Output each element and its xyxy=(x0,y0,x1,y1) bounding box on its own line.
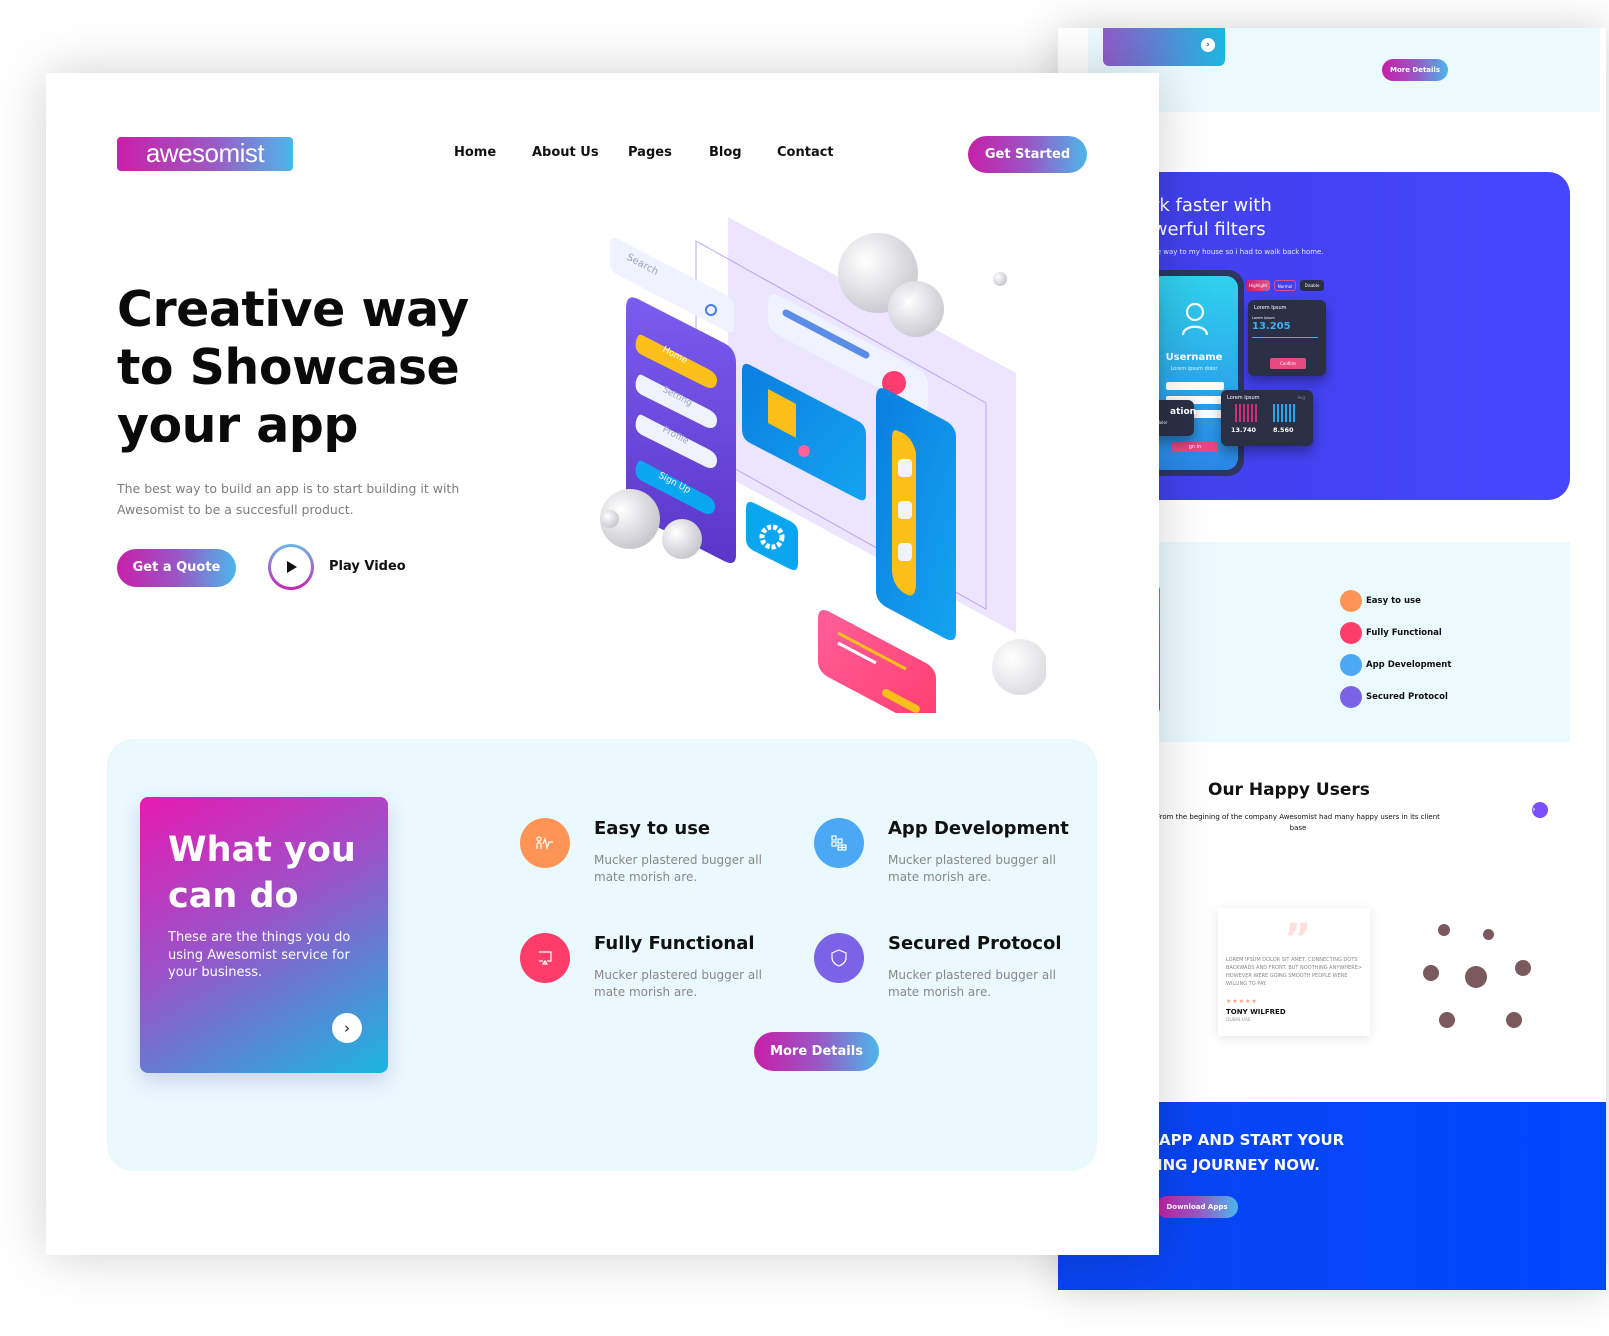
bars-card: Lorem Ipsum Aug 13.740 8.560 xyxy=(1221,390,1313,446)
people-activity-icon xyxy=(1340,590,1362,612)
nav-pages[interactable]: Pages xyxy=(628,145,709,160)
user-icon xyxy=(1182,302,1208,336)
feature-desc: Mucker plastered bugger all mate morish … xyxy=(594,968,762,999)
decor-dot xyxy=(1483,929,1494,940)
mini-feature-easy: Easy to use xyxy=(1340,590,1421,612)
notice-title: ation xyxy=(1170,407,1197,417)
decor-dot xyxy=(1439,1012,1455,1028)
back-top-card: › xyxy=(1103,28,1225,66)
chip-disable[interactable]: Disable xyxy=(1300,280,1324,291)
feature-title: Fully Functional xyxy=(594,933,755,954)
media-card xyxy=(876,388,956,641)
bar-chart-blue xyxy=(1273,404,1295,422)
nav-about[interactable]: About Us xyxy=(532,145,628,160)
pink-card xyxy=(818,610,936,713)
get-quote-button[interactable]: Get a Quote xyxy=(117,549,236,587)
play-video-label[interactable]: Play Video xyxy=(329,559,406,574)
feature-title: Easy to use xyxy=(594,818,711,839)
happy-users-title: Our Happy Users xyxy=(1208,780,1370,800)
brand-logo[interactable]: awesomist xyxy=(117,137,293,171)
feature-desc: Mucker plastered bugger all mate morish … xyxy=(594,853,762,884)
phone-field[interactable] xyxy=(1166,382,1224,390)
value-card-value: 13.205 xyxy=(1252,321,1291,332)
chevron-right-icon[interactable]: › xyxy=(332,1013,362,1043)
chevron-right-icon[interactable]: › xyxy=(1201,38,1215,52)
testimonial-name: TONY WILFRED xyxy=(1226,1008,1286,1016)
value-card-title: Lorem Ipsum xyxy=(1254,305,1287,311)
screen-icon xyxy=(1340,622,1362,644)
bar-chart-pink xyxy=(1235,404,1257,422)
value-slider[interactable] xyxy=(1252,337,1318,338)
nav-contact[interactable]: Contact xyxy=(777,145,857,160)
what-you-can-do-card: What you can do These are the things you … xyxy=(140,797,388,1073)
bars-left-value: 13.740 xyxy=(1231,426,1257,434)
decor-dot xyxy=(1465,966,1487,988)
feature-title: Secured Protocol xyxy=(888,933,1062,954)
mini-feature-appdev: App Development xyxy=(1340,654,1451,676)
phone-signin-button[interactable]: gn in xyxy=(1172,442,1218,452)
nav-home[interactable]: Home xyxy=(454,145,532,160)
happy-users-subtitle: From the begining of the company Awesomi… xyxy=(1156,813,1440,832)
mini-feature-functional: Fully Functional xyxy=(1340,622,1442,644)
grid-blocks-icon xyxy=(1340,654,1362,676)
feature-title: App Development xyxy=(888,818,1069,839)
hero-illustration: Search Home Setting Profile Sign Up xyxy=(600,217,1046,713)
people-activity-icon xyxy=(520,818,570,868)
decor-dot xyxy=(1515,960,1531,976)
gear-card xyxy=(746,501,798,571)
more-details-button[interactable]: More Details xyxy=(754,1032,879,1071)
download-apps-button[interactable]: Download Apps xyxy=(1156,1196,1238,1218)
phone-username-sub: Lorem ipsum dolor xyxy=(1170,366,1218,372)
hero-title: Creative way to Showcase your app xyxy=(117,281,469,454)
testimonial-location: DUBAI,UAE xyxy=(1226,1018,1251,1023)
testimonial-next-button[interactable]: › xyxy=(1532,802,1548,818)
what-you-can-do-title: What you can do xyxy=(168,830,356,916)
features-section: What you can do These are the things you … xyxy=(107,739,1097,1171)
what-you-can-do-desc: These are the things you do using Awesom… xyxy=(168,930,351,980)
mini-feature-secured: Secured Protocol xyxy=(1340,686,1448,708)
decor-dot xyxy=(1438,924,1450,936)
value-card-label: Lorem Ipsum xyxy=(1252,316,1275,320)
value-card: Lorem Ipsum Lorem Ipsum 13.205 Confirm xyxy=(1248,300,1326,376)
grid-blocks-icon xyxy=(814,818,864,868)
play-icon xyxy=(287,561,297,573)
testimonial-card: ” LOREM IPSUM DOLOR SIT AMET, CONNECTING… xyxy=(1218,908,1370,1036)
testimonial-stars: ★★★★★ xyxy=(1226,998,1258,1005)
screen-icon xyxy=(520,933,570,983)
confirm-button[interactable]: Confirm xyxy=(1270,358,1306,369)
decor-dot xyxy=(1423,965,1439,981)
shield-icon xyxy=(814,933,864,983)
chip-highlight[interactable]: Highlight xyxy=(1246,280,1270,291)
hero-subtitle: The best way to build an app is to start… xyxy=(117,481,460,517)
decor-dot xyxy=(1506,1012,1522,1028)
shield-icon xyxy=(1340,686,1362,708)
main-nav: Home About Us Pages Blog Contact xyxy=(454,145,857,160)
get-started-button[interactable]: Get Started xyxy=(968,136,1087,173)
back-more-details-button[interactable]: More Details xyxy=(1382,59,1448,81)
bars-period-select[interactable]: Aug xyxy=(1297,395,1305,400)
bars-card-title: Lorem Ipsum xyxy=(1227,395,1260,401)
feature-desc: Mucker plastered bugger all mate morish … xyxy=(888,968,1056,999)
bars-right-value: 8.560 xyxy=(1273,426,1294,434)
phone-username: Username xyxy=(1165,352,1223,363)
chip-normal[interactable]: Normal xyxy=(1274,280,1296,291)
front-page: awesomist Home About Us Pages Blog Conta… xyxy=(46,73,1159,1255)
play-video-button[interactable] xyxy=(268,544,314,590)
nav-blog[interactable]: Blog xyxy=(709,145,777,160)
feature-desc: Mucker plastered bugger all mate morish … xyxy=(888,853,1056,884)
testimonial-text: LOREM IPSUM DOLOR SIT AMET, CONNECTING D… xyxy=(1226,957,1363,987)
